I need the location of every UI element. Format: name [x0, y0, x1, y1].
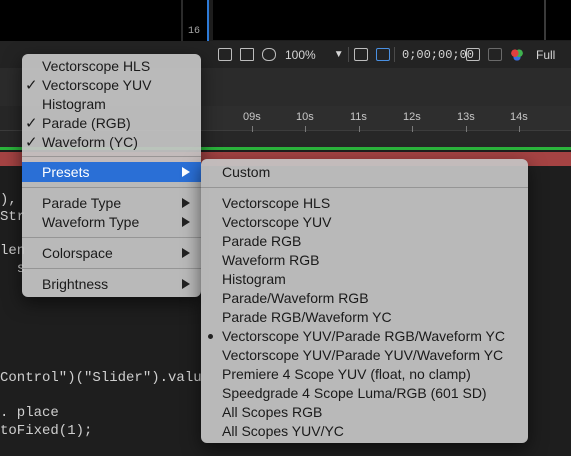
menu-item-label: All Scopes RGB — [222, 404, 323, 420]
viewer-divider — [544, 0, 546, 40]
menu-item-vectorscope-hls[interactable]: Vectorscope HLS — [22, 56, 201, 76]
ruler-tick — [252, 126, 253, 132]
menu-item-parade-rgb[interactable]: ✓ Parade (RGB) — [22, 113, 201, 133]
menu-separator — [22, 156, 201, 157]
menu-item-label: Waveform Type — [42, 214, 140, 230]
menu-item-label: Parade RGB — [222, 233, 302, 249]
zoom-value: 100% — [285, 47, 316, 62]
preset-item-selected[interactable]: Vectorscope YUV/Parade RGB/Waveform YC — [201, 326, 528, 346]
code-line: Control")("Slider").valu — [0, 370, 202, 386]
camera-snapshot-icon[interactable] — [466, 48, 480, 61]
menu-separator — [22, 268, 201, 269]
menu-item-label: Parade/Waveform RGB — [222, 290, 369, 306]
menu-item-label: Custom — [222, 164, 271, 180]
menu-item-label: Speedgrade 4 Scope Luma/RGB (601 SD) — [222, 385, 487, 401]
submenu-arrow-icon — [182, 279, 190, 289]
menu-item-label: Vectorscope YUV/Parade RGB/Waveform YC — [222, 328, 505, 344]
menu-item-label: Vectorscope YUV/Parade YUV/Waveform YC — [222, 347, 504, 363]
composition-viewer — [213, 0, 571, 40]
presets-submenu: Custom Vectorscope HLS Vectorscope YUV P… — [201, 159, 528, 443]
chevron-down-icon: ▼ — [333, 49, 344, 60]
preset-item[interactable]: Custom — [201, 162, 528, 182]
scope-divider — [181, 0, 183, 44]
grid-guides-icon[interactable] — [354, 48, 368, 61]
menu-separator — [22, 187, 201, 188]
preset-item[interactable]: Parade RGB — [201, 231, 528, 251]
ruler-tick — [519, 126, 520, 132]
menu-item-label: Parade (RGB) — [42, 115, 131, 131]
zoom-dropdown[interactable]: 100% ▼ — [285, 41, 344, 68]
selected-bullet-icon — [208, 334, 213, 339]
preset-item[interactable]: All Scopes YUV/YC — [201, 421, 528, 441]
toolbar-separator — [348, 47, 349, 62]
menu-item-presets[interactable]: Presets — [22, 162, 201, 182]
preset-item[interactable]: Parade/Waveform RGB — [201, 288, 528, 308]
menu-item-label: Vectorscope YUV — [222, 214, 332, 230]
monitor-icon[interactable] — [240, 48, 254, 61]
resolution-dropdown[interactable]: Full — [536, 41, 555, 68]
menu-item-histogram[interactable]: Histogram — [22, 94, 201, 114]
menu-item-label: Vectorscope HLS — [222, 195, 331, 211]
menu-item-label: All Scopes YUV/YC — [222, 423, 344, 439]
menu-item-parade-type[interactable]: Parade Type — [22, 193, 201, 213]
toolbar-separator — [394, 47, 395, 62]
scope-panel: 16 — [0, 0, 209, 44]
channel-rgb-icon[interactable] — [510, 48, 524, 61]
menu-item-label: Parade RGB/Waveform YC — [222, 309, 392, 325]
menu-item-label: Waveform RGB — [222, 252, 320, 268]
menu-item-label: Vectorscope YUV — [42, 77, 152, 93]
ruler-tick — [466, 126, 467, 132]
preset-item[interactable]: Vectorscope HLS — [201, 193, 528, 213]
submenu-arrow-icon — [182, 248, 190, 258]
ruler-tick — [305, 126, 306, 132]
preset-item[interactable]: Vectorscope YUV/Parade YUV/Waveform YC — [201, 345, 528, 365]
preset-item[interactable]: Parade RGB/Waveform YC — [201, 307, 528, 327]
preset-item[interactable]: Premiere 4 Scope YUV (float, no clamp) — [201, 364, 528, 384]
preset-item[interactable]: Histogram — [201, 269, 528, 289]
ruler-tick — [412, 126, 413, 132]
snapshot-region-icon[interactable] — [218, 48, 232, 61]
menu-item-label: Parade Type — [42, 195, 122, 211]
preset-item[interactable]: All Scopes RGB — [201, 402, 528, 422]
scope-value: 16 — [187, 26, 200, 37]
menu-item-label: Histogram — [42, 96, 106, 112]
ruler-tick-label: 12s — [403, 111, 421, 123]
preset-item[interactable]: Vectorscope YUV — [201, 212, 528, 232]
code-line: toFixed(1); — [0, 423, 93, 439]
menu-separator — [201, 187, 528, 188]
submenu-arrow-icon — [182, 198, 190, 208]
show-snapshot-icon[interactable] — [488, 48, 502, 61]
mask-visibility-icon[interactable] — [376, 48, 390, 61]
menu-item-label: Waveform (YC) — [42, 134, 138, 150]
menu-item-label: Premiere 4 Scope YUV (float, no clamp) — [222, 366, 471, 382]
menu-item-label: Vectorscope HLS — [42, 58, 151, 74]
menu-item-label: Histogram — [222, 271, 286, 287]
submenu-arrow-icon — [182, 217, 190, 227]
menu-item-vectorscope-yuv[interactable]: ✓ Vectorscope YUV — [22, 75, 201, 95]
ruler-tick-label: 09s — [243, 111, 261, 123]
menu-item-label: Colorspace — [42, 245, 113, 261]
ruler-tick-label: 13s — [457, 111, 475, 123]
menu-item-colorspace[interactable]: Colorspace — [22, 243, 201, 263]
vr-headset-icon[interactable] — [262, 48, 276, 61]
menu-item-waveform-type[interactable]: Waveform Type — [22, 212, 201, 232]
preset-item[interactable]: Waveform RGB — [201, 250, 528, 270]
menu-item-label: Presets — [42, 164, 90, 180]
scope-options-menu: Vectorscope HLS ✓ Vectorscope YUV Histog… — [22, 54, 201, 297]
code-line: . place — [0, 405, 59, 421]
ruler-tick — [359, 126, 360, 132]
preset-item[interactable]: Speedgrade 4 Scope Luma/RGB (601 SD) — [201, 383, 528, 403]
menu-separator — [22, 237, 201, 238]
ruler-tick-label: 11s — [350, 111, 367, 123]
submenu-arrow-icon — [182, 167, 190, 177]
timecode-field[interactable]: 0;00;00;00 — [402, 41, 474, 68]
menu-item-waveform-yc[interactable]: ✓ Waveform (YC) — [22, 132, 201, 152]
checkmark-icon: ✓ — [25, 115, 38, 132]
checkmark-icon: ✓ — [25, 77, 38, 94]
checkmark-icon: ✓ — [25, 134, 38, 151]
ruler-tick-label: 10s — [296, 111, 314, 123]
menu-item-label: Brightness — [42, 276, 109, 292]
menu-item-brightness[interactable]: Brightness — [22, 274, 201, 294]
ruler-tick-label: 14s — [510, 111, 528, 123]
